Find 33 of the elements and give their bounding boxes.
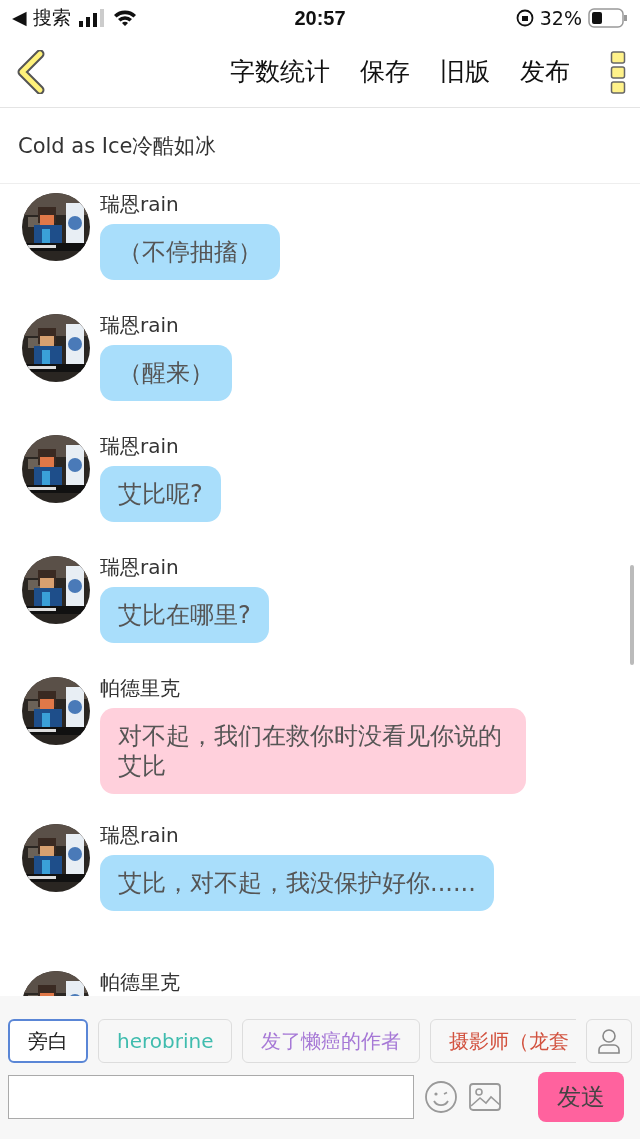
message-bubble: 对不起，我们在救你时没看见你说的艾比 bbox=[100, 708, 526, 794]
wifi-icon bbox=[112, 9, 137, 27]
battery-icon bbox=[588, 8, 628, 28]
person-button[interactable] bbox=[586, 1019, 632, 1063]
battery-percent: 32% bbox=[539, 7, 582, 29]
story-title: Cold as Ice冷酷如冰 bbox=[0, 108, 640, 184]
back-to-app-link[interactable]: ◀ 搜索 bbox=[12, 5, 71, 31]
character-chip[interactable]: 旁白 bbox=[8, 1019, 88, 1063]
sender-name: 帕德里克 bbox=[100, 675, 180, 702]
toolbar-action[interactable]: 字数统计 bbox=[230, 55, 330, 88]
signal-icon bbox=[78, 9, 105, 27]
message-input[interactable] bbox=[8, 1075, 414, 1119]
sender-name: 瑞恩rain bbox=[100, 822, 179, 849]
message-bubble: 艾比呢? bbox=[100, 466, 221, 522]
message-bubble: 艾比，对不起，我没保护好你...... bbox=[100, 855, 494, 911]
toolbar-action[interactable]: 旧版 bbox=[440, 55, 490, 88]
message-bubble: （醒来） bbox=[100, 345, 232, 401]
toolbar-action[interactable]: 保存 bbox=[360, 55, 410, 88]
sender-name: 瑞恩rain bbox=[100, 433, 179, 460]
person-icon bbox=[597, 1028, 621, 1054]
message-bubble: （不停抽搐） bbox=[100, 224, 280, 280]
emoji-icon[interactable] bbox=[424, 1080, 458, 1114]
clock-time: 20:57 bbox=[294, 6, 346, 30]
rotation-lock-icon bbox=[515, 9, 534, 27]
image-icon[interactable] bbox=[468, 1080, 502, 1114]
more-icon[interactable] bbox=[610, 49, 626, 94]
message-bubble: 艾比在哪里? bbox=[100, 587, 269, 643]
sender-name: 瑞恩rain bbox=[100, 191, 179, 218]
sender-name: 瑞恩rain bbox=[100, 312, 179, 339]
character-chip[interactable]: 摄影师（龙套 bbox=[430, 1019, 576, 1063]
sender-name: 瑞恩rain bbox=[100, 554, 179, 581]
sender-name: 帕德里克 bbox=[100, 969, 180, 996]
toolbar-action[interactable]: 发布 bbox=[520, 55, 570, 88]
